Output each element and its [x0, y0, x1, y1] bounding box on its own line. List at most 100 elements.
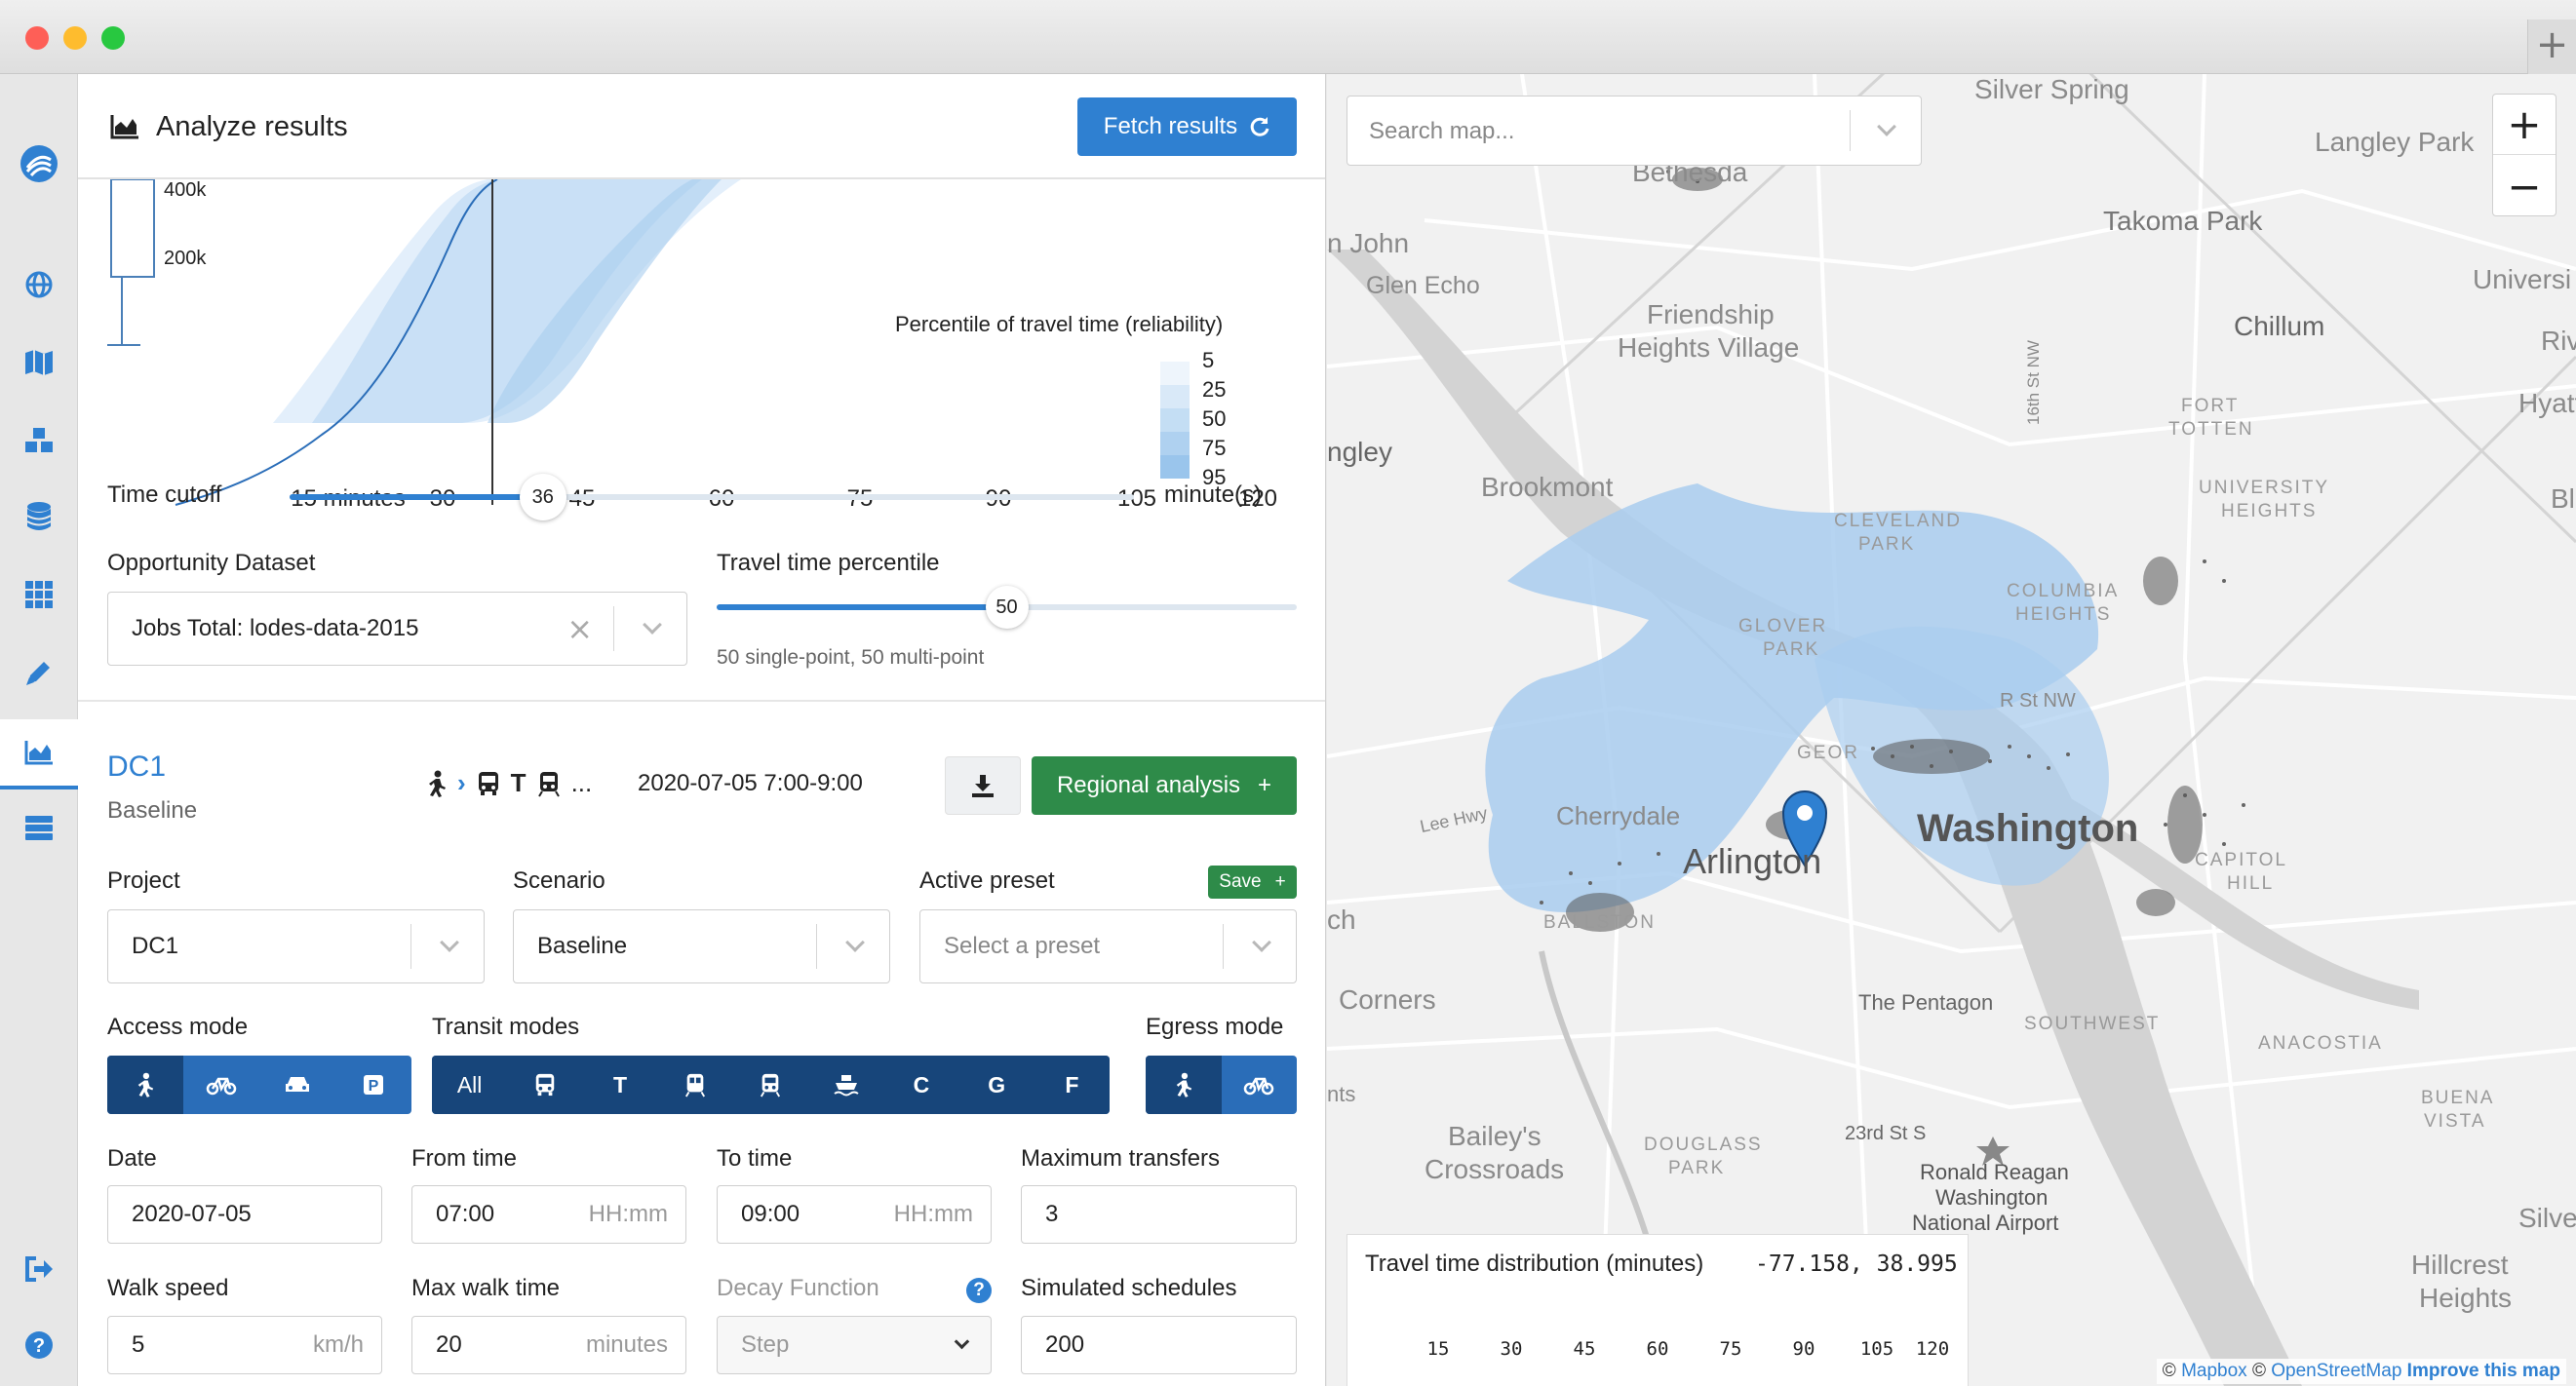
map-label: National Airport	[1912, 1211, 2059, 1235]
access-mode-label: Access mode	[107, 1014, 249, 1040]
sidebar-item-regional[interactable]	[0, 799, 78, 858]
percentile-slider[interactable]: 50	[717, 586, 1297, 629]
from-time-hint: HH:mm	[588, 1201, 668, 1227]
from-time-input[interactable]: 07:00 HH:mm	[411, 1185, 686, 1244]
egress-walk-button[interactable]	[1146, 1056, 1222, 1114]
logout-button[interactable]	[0, 1240, 78, 1298]
map-search-box[interactable]: Search map...	[1347, 96, 1922, 166]
travel-time-distribution-panel: Travel time distribution (minutes) -77.1…	[1347, 1234, 1969, 1386]
sidebar-item-edit[interactable]	[0, 643, 78, 702]
max-transfers-input[interactable]: 3	[1021, 1185, 1297, 1244]
analysis-panel: 400k 200k 15 minutes 30 45 60 75 90 105 …	[78, 74, 1326, 1386]
chart-plot	[107, 179, 1325, 506]
sidebar-item-data[interactable]	[0, 487, 78, 546]
max-walk-time-input[interactable]: 20 minutes	[411, 1316, 686, 1374]
y-tick-200k: 200k	[164, 248, 207, 269]
time-cutoff-slider[interactable]: 36	[290, 474, 1134, 520]
map-attribution: © Mapbox © OpenStreetMap Improve this ma…	[2156, 1359, 2566, 1384]
map-label: Arlington	[1683, 841, 1822, 881]
decay-help-icon[interactable]: ?	[966, 1278, 992, 1303]
map-label: CLEVELAND	[1834, 511, 1962, 531]
pencil-icon	[26, 662, 50, 685]
map-label: BUENA	[2421, 1088, 2495, 1108]
transit-gondola-button[interactable]: G	[958, 1056, 1034, 1114]
save-preset-label: Save	[1219, 871, 1262, 892]
egress-bike-button[interactable]	[1222, 1056, 1298, 1114]
app-logo-icon[interactable]	[0, 135, 78, 193]
access-walk-button[interactable]	[107, 1056, 183, 1114]
zoom-in-button[interactable]: +	[2493, 95, 2556, 155]
transit-all-button[interactable]: All	[432, 1056, 508, 1114]
fetch-results-button[interactable]: Fetch results	[1077, 97, 1297, 156]
map-label: HEIGHTS	[2015, 604, 2112, 625]
map-label: Riv	[2541, 326, 2576, 356]
map-view[interactable]: Silver Spring Langley Park Bethesda Tako…	[1327, 74, 2576, 1386]
sidebar-item-grid[interactable]	[0, 565, 78, 624]
mapbox-link[interactable]: Mapbox	[2181, 1361, 2247, 1381]
legend-value: 5	[1202, 348, 1215, 372]
transit-cable-car-button[interactable]: C	[883, 1056, 959, 1114]
sidebar-item-analysis[interactable]	[0, 719, 78, 789]
funicular-label: F	[1065, 1071, 1079, 1097]
osm-link[interactable]: OpenStreetMap	[2271, 1361, 2401, 1381]
travel-time-percentile-label: Travel time percentile	[717, 550, 940, 576]
transit-bus-button[interactable]	[507, 1056, 583, 1114]
modes-more: ...	[570, 768, 593, 797]
time-cutoff-unit: minute(s)	[1164, 481, 1263, 508]
map-coordinates: -77.158, 38.995	[1755, 1251, 1958, 1277]
opportunity-dataset-select[interactable]: Jobs Total: lodes-data-2015 ×	[107, 592, 687, 666]
download-button[interactable]	[945, 756, 1021, 815]
time-cutoff-handle[interactable]: 36	[519, 474, 566, 520]
fetch-results-label: Fetch results	[1103, 113, 1238, 139]
access-car-button[interactable]	[259, 1056, 335, 1114]
map-label: Crossroads	[1425, 1154, 1565, 1184]
access-park-ride-button[interactable]: P	[335, 1056, 411, 1114]
walk-speed-value: 5	[132, 1331, 145, 1358]
map-label: HILL	[2227, 873, 2275, 894]
project-select[interactable]: DC1	[107, 909, 485, 983]
preset-select[interactable]: Select a preset	[919, 909, 1297, 983]
new-tab-button[interactable]: +	[2527, 19, 2576, 74]
regional-analysis-button[interactable]: Regional analysis +	[1032, 756, 1297, 815]
close-window-button[interactable]	[25, 26, 49, 50]
scenario-select[interactable]: Baseline	[513, 909, 890, 983]
simulated-schedules-input[interactable]: 200	[1021, 1316, 1297, 1374]
svg-text:P: P	[369, 1078, 379, 1095]
transit-funicular-button[interactable]: F	[1034, 1056, 1110, 1114]
sidebar-item-map[interactable]	[0, 333, 78, 392]
map-icon	[25, 350, 53, 375]
plus-icon: +	[1274, 871, 1286, 892]
zoom-out-button[interactable]: −	[2493, 156, 2556, 216]
bicycle-icon	[1244, 1077, 1274, 1096]
plus-icon: +	[1258, 772, 1272, 798]
database-icon	[26, 502, 52, 530]
transit-subway-button[interactable]	[657, 1056, 733, 1114]
walk-speed-input[interactable]: 5 km/h	[107, 1316, 382, 1374]
request-scenario: Baseline	[107, 797, 198, 824]
legend-value: 50	[1202, 406, 1227, 431]
date-input[interactable]: 2020-07-05	[107, 1185, 382, 1244]
decay-function-select[interactable]: Step	[717, 1316, 992, 1374]
help-button[interactable]: ?	[0, 1316, 78, 1374]
to-time-input[interactable]: 09:00 HH:mm	[717, 1185, 992, 1244]
svg-text:?: ?	[33, 1335, 45, 1357]
percentile-value: 50	[995, 596, 1018, 618]
save-preset-button[interactable]: Save +	[1208, 866, 1297, 899]
improve-map-link[interactable]: Improve this map	[2407, 1361, 2560, 1381]
preset-placeholder: Select a preset	[944, 933, 1101, 959]
subway-icon	[685, 1073, 706, 1097]
access-mode-group: P	[107, 1056, 411, 1114]
project-label: Project	[107, 867, 180, 894]
transit-rail-button[interactable]	[732, 1056, 809, 1114]
maximize-window-button[interactable]	[101, 26, 125, 50]
access-bike-button[interactable]	[183, 1056, 259, 1114]
walk-speed-label: Walk speed	[107, 1275, 229, 1301]
transit-tram-button[interactable]: T	[582, 1056, 658, 1114]
minimize-window-button[interactable]	[63, 26, 87, 50]
request-name[interactable]: DC1	[107, 751, 166, 784]
sidebar-item-regions[interactable]	[0, 255, 78, 314]
transit-ferry-button[interactable]	[808, 1056, 884, 1114]
sidebar-item-modifications[interactable]	[0, 411, 78, 470]
percentile-handle[interactable]: 50	[985, 586, 1029, 629]
clear-icon[interactable]: ×	[566, 610, 593, 647]
